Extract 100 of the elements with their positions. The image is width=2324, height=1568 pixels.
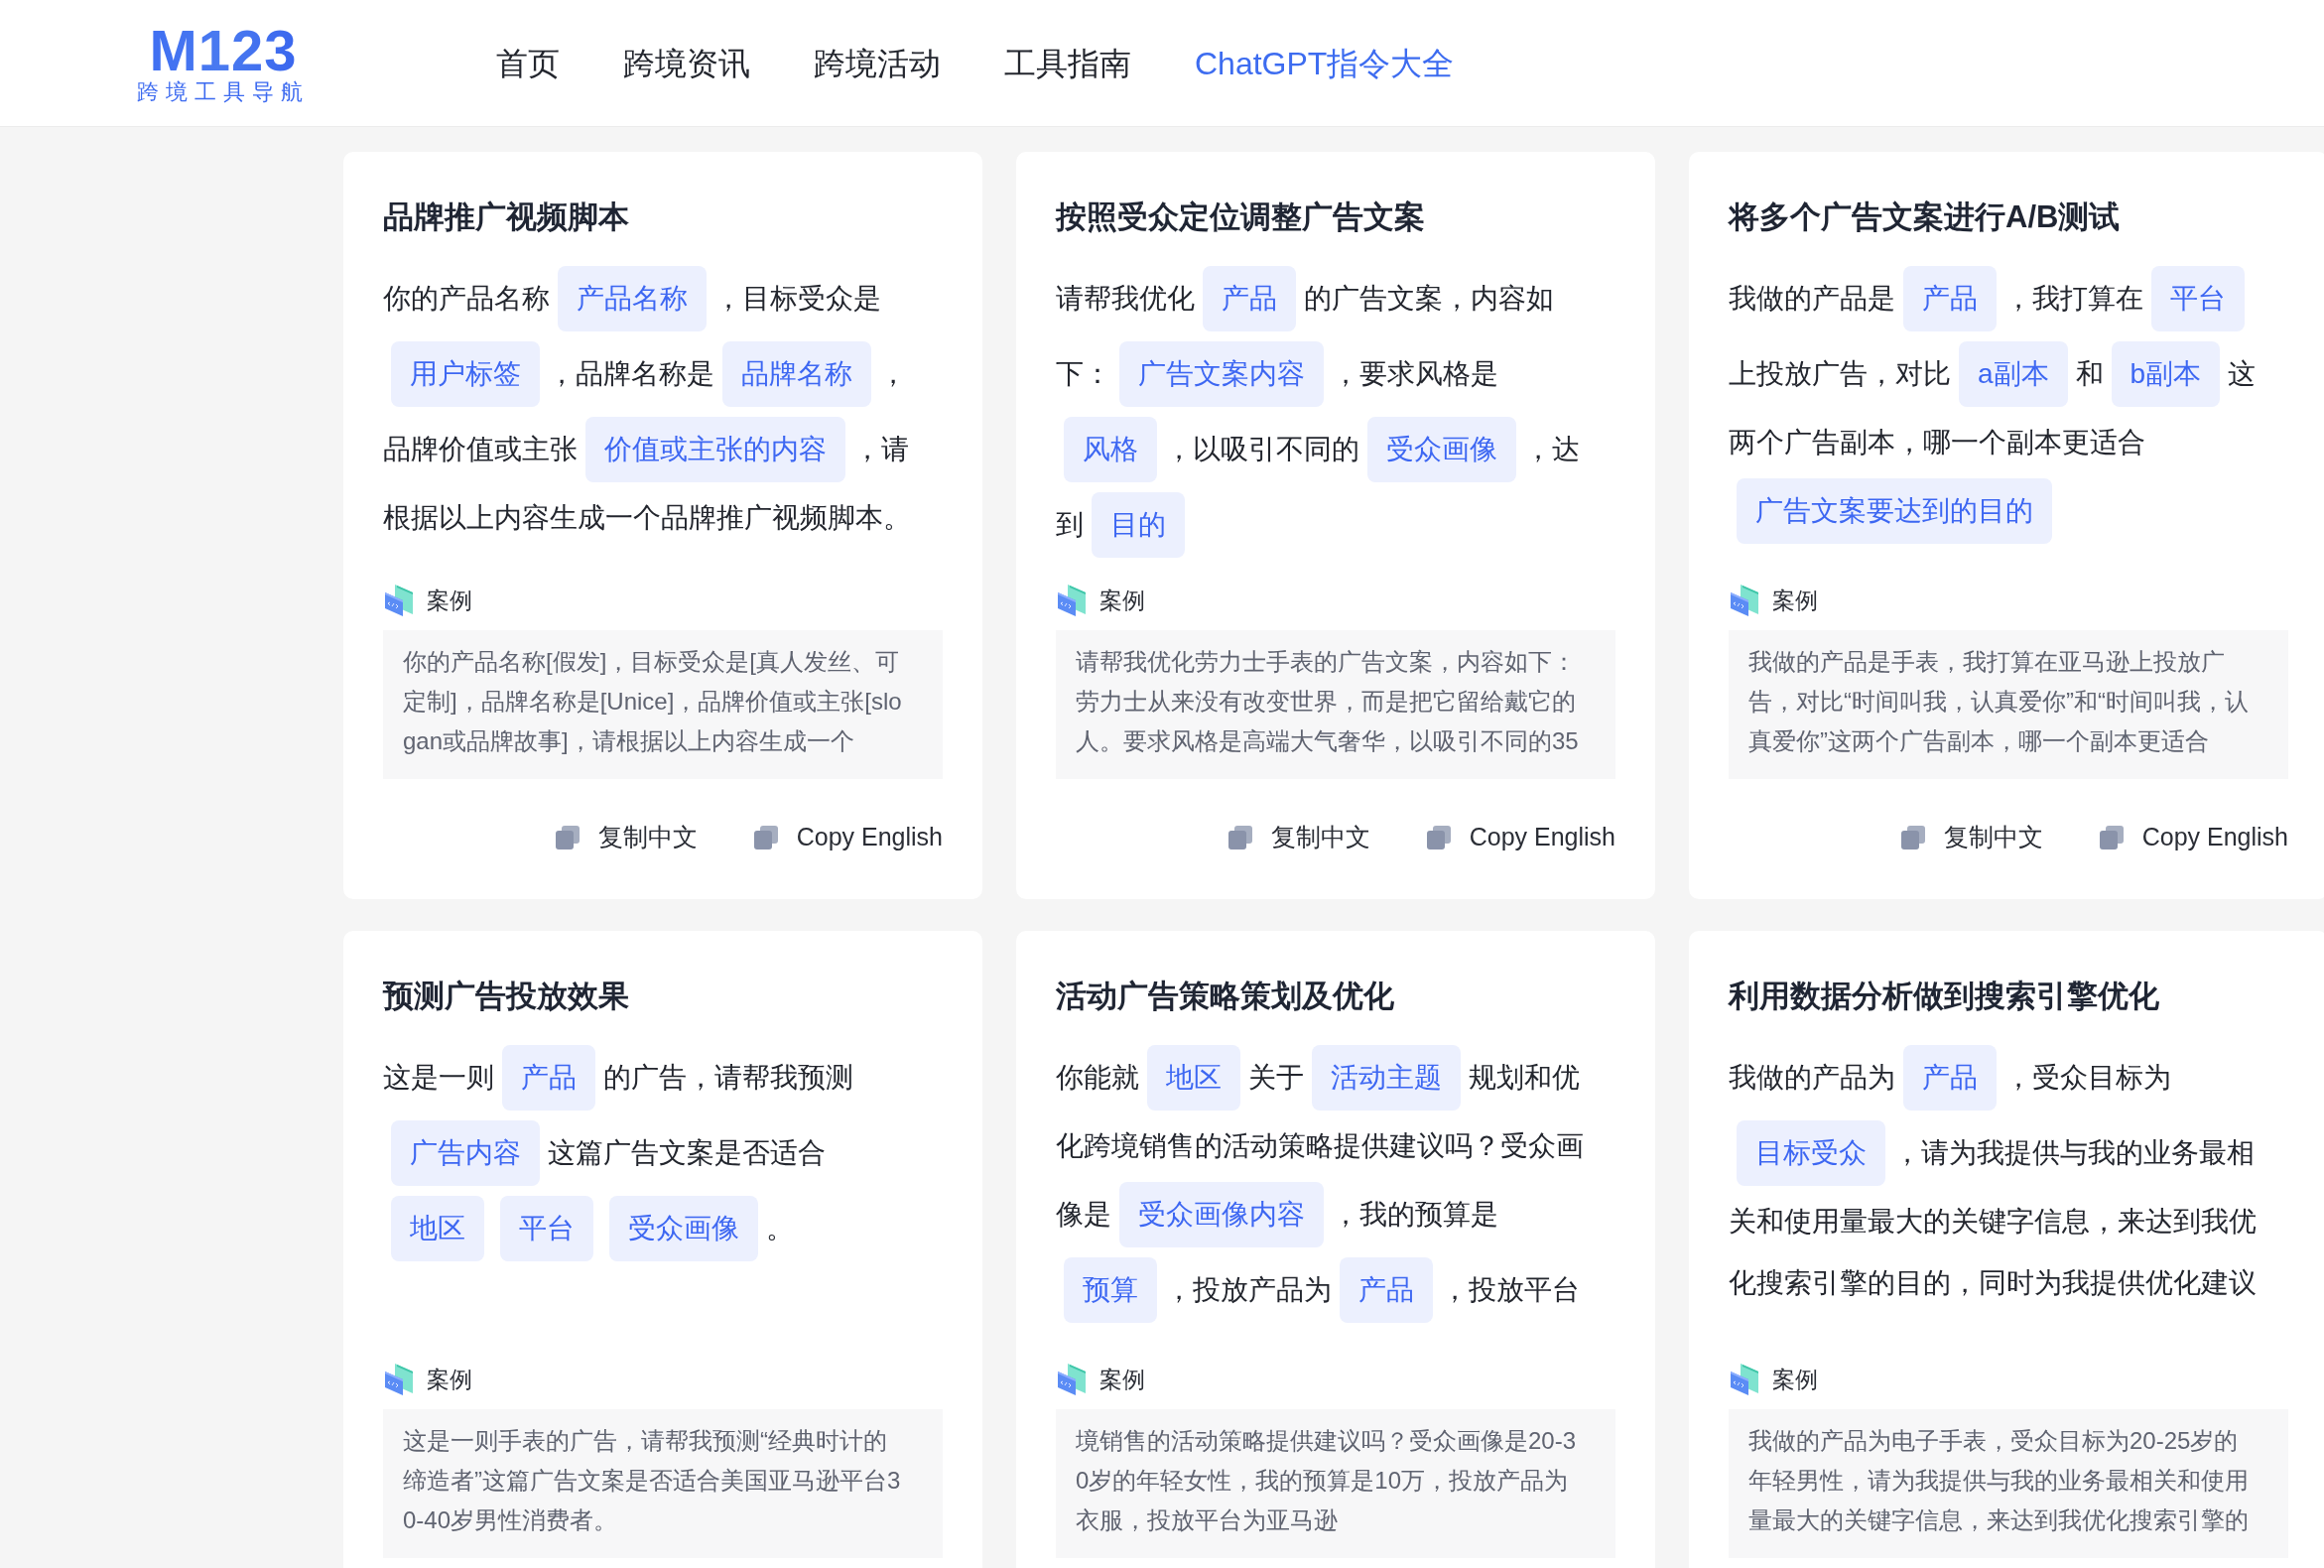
- example-text: 境销售的活动策略提供建议吗？受众画像是20-30岁的年轻女性，我的预算是10万，投放产品为衣服，投放平台为亚马逊: [1056, 1409, 1615, 1558]
- variable-chip[interactable]: 地区: [391, 1196, 484, 1261]
- copy-button[interactable]: Copy English: [2098, 819, 2288, 856]
- code-window-icon: [383, 1362, 415, 1397]
- variable-chip[interactable]: 广告文案要达到的目的: [1737, 478, 2052, 544]
- example-text: 请帮我优化劳力士手表的广告文案，内容如下：劳力士从来没有改变世界，而是把它留给戴它的人。要求风格是高端大气奢华，以吸引不同的35: [1056, 630, 1615, 779]
- prompt-text: 我做的产品为: [1729, 1061, 1895, 1095]
- variable-chip[interactable]: 产品: [1903, 266, 1997, 331]
- nav-link[interactable]: 跨境活动: [814, 39, 941, 87]
- code-window-icon: [383, 583, 415, 618]
- prompt-text: ，: [879, 357, 907, 391]
- variable-chip[interactable]: 受众画像: [609, 1196, 758, 1261]
- variable-chip[interactable]: 预算: [1064, 1257, 1157, 1323]
- prompt-text: 规划和优: [1469, 1061, 1580, 1095]
- example-text: 这是一则手表的广告，请帮我预测“经典时计的缔造者”这篇广告文案是否适合美国亚马逊平台30-40岁男性消费者。: [383, 1409, 943, 1558]
- prompt-text: 下：: [1056, 357, 1111, 391]
- copy-icon: [1899, 824, 1926, 850]
- prompt-text: 你能就: [1056, 1061, 1139, 1095]
- copy-icon: [752, 824, 779, 850]
- prompt-text: ，目标受众是: [714, 282, 881, 316]
- variable-chip[interactable]: 平台: [2151, 266, 2245, 331]
- variable-chip[interactable]: 价值或主张的内容: [585, 417, 845, 482]
- card-title: 预测广告投放效果: [383, 978, 630, 1015]
- prompt-text: 两个广告副本，哪一个副本更适合: [1729, 426, 2145, 459]
- nav-link[interactable]: 工具指南: [1004, 39, 1131, 87]
- prompt-text: 我做的产品是: [1729, 282, 1895, 316]
- variable-chip[interactable]: 目标受众: [1737, 1120, 1885, 1186]
- prompt-text: 像是: [1056, 1198, 1111, 1232]
- prompt-text: 这: [2228, 357, 2257, 391]
- site-logo[interactable]: M123 跨境工具导航: [134, 21, 313, 105]
- variable-chip[interactable]: 产品名称: [558, 266, 707, 331]
- code-window-icon: [1056, 1362, 1088, 1397]
- variable-chip[interactable]: 活动主题: [1312, 1045, 1461, 1111]
- copy-button[interactable]: 复制中文: [1227, 819, 1370, 856]
- example-text: 我做的产品是手表，我打算在亚马逊上投放广告，对比“时间叫我，认真爱你”和“时间叫我，认真爱你”这两个广告副本，哪一个副本更适合: [1729, 630, 2288, 779]
- nav-link[interactable]: 跨境资讯: [623, 39, 750, 87]
- example-label: 案例: [1772, 586, 1818, 615]
- variable-chip[interactable]: 广告内容: [391, 1120, 540, 1186]
- variable-chip[interactable]: 风格: [1064, 417, 1157, 482]
- variable-chip[interactable]: 平台: [500, 1196, 593, 1261]
- variable-chip[interactable]: b副本: [2111, 341, 2221, 407]
- copy-icon: [1425, 824, 1452, 850]
- nav-link[interactable]: ChatGPT指令大全: [1195, 39, 1455, 87]
- logo-tagline: 跨境工具导航: [137, 78, 310, 105]
- variable-chip[interactable]: 产品: [1903, 1045, 1997, 1111]
- prompt-text: 化跨境销售的活动策略提供建议吗？受众画: [1056, 1129, 1584, 1163]
- prompt-text: ，请为我提供与我的业务最相: [1893, 1136, 2255, 1170]
- prompt-text: ，受众目标为: [2004, 1061, 2171, 1095]
- variable-chip[interactable]: 广告文案内容: [1119, 341, 1324, 407]
- nav-link[interactable]: 首页: [496, 39, 560, 87]
- prompt-text: ，要求风格是: [1332, 357, 1498, 391]
- copy-button[interactable]: 复制中文: [554, 819, 698, 856]
- example-label: 案例: [1099, 1365, 1145, 1394]
- card-title: 按照受众定位调整广告文案: [1056, 198, 1426, 236]
- prompt-text: 关和使用量最大的关键字信息，来达到我优: [1729, 1205, 2257, 1239]
- example-label: 案例: [1099, 586, 1145, 615]
- example-label: 案例: [427, 1365, 472, 1394]
- copy-button[interactable]: Copy English: [752, 819, 943, 856]
- copy-icon: [1227, 824, 1253, 850]
- variable-chip[interactable]: 受众画像: [1367, 417, 1516, 482]
- prompt-text: ，我打算在: [2004, 282, 2143, 316]
- code-window-icon: [1729, 583, 1760, 618]
- variable-chip[interactable]: 品牌名称: [722, 341, 871, 407]
- variable-chip[interactable]: 目的: [1092, 492, 1185, 558]
- prompt-text: 你的产品名称: [383, 282, 550, 316]
- variable-chip[interactable]: 产品: [1203, 266, 1296, 331]
- prompt-text: ，以吸引不同的: [1165, 433, 1359, 466]
- prompt-text: ，品牌名称是: [548, 357, 714, 391]
- copy-button[interactable]: Copy English: [1425, 819, 1615, 856]
- variable-chip[interactable]: 受众画像内容: [1119, 1182, 1324, 1247]
- prompt-text: 。: [766, 1212, 794, 1245]
- prompt-text: 的广告文案，内容如: [1304, 282, 1554, 316]
- prompt-text: 化搜索引擎的目的，同时为我提供优化建议: [1729, 1266, 2257, 1300]
- card-title: 活动广告策略策划及优化: [1056, 978, 1395, 1015]
- prompt-text: ，达: [1524, 433, 1580, 466]
- prompt-text: 和: [2075, 357, 2104, 391]
- copy-button[interactable]: 复制中文: [1899, 819, 2043, 856]
- variable-chip[interactable]: a副本: [1959, 341, 2068, 407]
- prompt-text: 这篇广告文案是否适合: [548, 1136, 826, 1170]
- example-label: 案例: [427, 586, 472, 615]
- variable-chip[interactable]: 产品: [1340, 1257, 1433, 1323]
- card-title: 将多个广告文案进行A/B测试: [1729, 198, 2122, 236]
- prompt-text: ，请: [853, 433, 909, 466]
- code-window-icon: [1729, 1362, 1760, 1397]
- prompt-text: 上投放广告，对比: [1729, 357, 1951, 391]
- card-title: 品牌推广视频脚本: [383, 198, 630, 236]
- copy-icon: [2098, 824, 2125, 850]
- prompt-text: 关于: [1248, 1061, 1304, 1095]
- prompt-text: 的广告，请帮我预测: [603, 1061, 853, 1095]
- prompt-text: ，我的预算是: [1332, 1198, 1498, 1232]
- example-label: 案例: [1772, 1365, 1818, 1394]
- prompt-text: ，投放产品为: [1165, 1273, 1332, 1307]
- variable-chip[interactable]: 用户标签: [391, 341, 540, 407]
- variable-chip[interactable]: 地区: [1147, 1045, 1240, 1111]
- variable-chip[interactable]: 产品: [502, 1045, 595, 1111]
- prompt-text: 这是一则: [383, 1061, 494, 1095]
- example-text: 你的产品名称[假发]，目标受众是[真人发丝、可定制]，品牌名称是[Unice]，品牌价值或主张[slogan或品牌故事]，请根据以上内容生成一个: [383, 630, 943, 779]
- prompt-text: ，投放平台: [1441, 1273, 1580, 1307]
- prompt-text: 根据以上内容生成一个品牌推广视频脚本。: [383, 501, 911, 535]
- prompt-text: 到: [1056, 508, 1084, 542]
